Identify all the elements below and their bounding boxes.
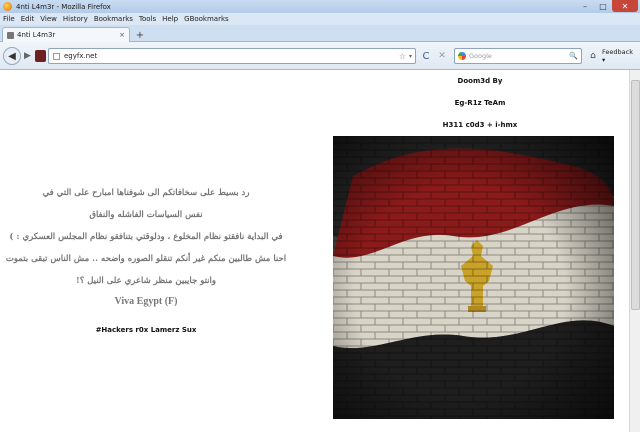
url-dropdown-icon[interactable]: ▾	[409, 53, 412, 60]
navigation-toolbar: ◀ ▶ egyfx.net ☆ ▾ C ✕ Google 🔍 ⌂ Feedbac…	[0, 42, 640, 70]
google-icon[interactable]	[458, 52, 466, 60]
reload-button[interactable]: C	[419, 49, 433, 63]
forward-button[interactable]: ▶	[21, 49, 34, 63]
stop-button[interactable]: ✕	[435, 49, 449, 63]
deface-message: رد بسيط على سخافاتكم الى شوفناها امبارح …	[0, 182, 292, 334]
feedback-button[interactable]: Feedback ▾	[602, 48, 638, 64]
menu-help[interactable]: Help	[162, 15, 178, 23]
message-line: في البداية نافقتو نظام المخلوع ، ودلوقتي…	[9, 232, 283, 242]
search-go-icon[interactable]: 🔍	[569, 52, 578, 60]
credit-line: H311 c0d3 + i-hmx	[442, 121, 518, 129]
message-line: رد بسيط على سخافاتكم الى شوفناها امبارح …	[42, 188, 250, 198]
tab-active[interactable]: 4nti L4m3r ×	[2, 27, 130, 42]
message-line: وانتو جايبين منظر شاعري على النيل ؟!	[76, 276, 216, 286]
bookmark-star-icon[interactable]: ☆	[399, 52, 406, 61]
menu-view[interactable]: View	[40, 15, 57, 23]
search-input[interactable]: Google	[469, 52, 569, 60]
menu-tools[interactable]: Tools	[139, 15, 156, 23]
close-window-button[interactable]: ✕	[612, 0, 638, 12]
menu-edit[interactable]: Edit	[21, 15, 35, 23]
menu-bar: File Edit View History Bookmarks Tools H…	[0, 13, 640, 25]
scrollbar-thumb[interactable]	[631, 80, 640, 310]
new-tab-button[interactable]: +	[134, 29, 146, 41]
hackers-signature: #Hackers r0x Lamerz Sux	[95, 326, 197, 334]
credits: Doom3d By Eg-R1z TeAm H311 c0d3 + i-hmx	[380, 70, 580, 136]
tab-strip: 4nti L4m3r × +	[0, 25, 640, 42]
home-button[interactable]: ⌂	[586, 49, 600, 63]
menu-bookmarks[interactable]: Bookmarks	[94, 15, 133, 23]
message-line: نفس السياسات الفاشله والنفاق	[89, 210, 203, 220]
tab-close-icon[interactable]: ×	[119, 31, 125, 39]
browser-window: 4nti L4m3r - Mozilla Firefox – □ ✕ File …	[0, 0, 640, 432]
flag-graphic	[333, 136, 614, 419]
egypt-flag-wall-image	[333, 136, 614, 419]
url-bar[interactable]: egyfx.net ☆ ▾	[48, 48, 416, 64]
viva-egypt-text: Viva Egypt (F)	[114, 296, 178, 307]
back-button[interactable]: ◀	[3, 47, 21, 65]
url-text[interactable]: egyfx.net	[64, 52, 399, 60]
window-title: 4nti L4m3r - Mozilla Firefox	[16, 2, 111, 11]
page-content: Doom3d By Eg-R1z TeAm H311 c0d3 + i-hmx …	[0, 70, 628, 432]
page-icon	[53, 52, 60, 60]
minimize-button[interactable]: –	[576, 0, 594, 12]
message-line: احنا مش طالبين منكم غير أنكم تنقلو الصور…	[5, 254, 287, 264]
vertical-scrollbar[interactable]	[629, 70, 640, 432]
menu-file[interactable]: File	[3, 15, 15, 23]
credit-line: Doom3d By	[457, 77, 503, 85]
credit-line: Eg-R1z TeAm	[454, 99, 506, 107]
search-bar[interactable]: Google 🔍	[454, 48, 582, 64]
menu-history[interactable]: History	[63, 15, 88, 23]
title-bar: 4nti L4m3r - Mozilla Firefox – □ ✕	[0, 0, 640, 13]
menu-gbookmarks[interactable]: GBookmarks	[184, 15, 229, 23]
firefox-icon	[3, 2, 12, 11]
tab-title: 4nti L4m3r	[17, 31, 56, 39]
site-identity-icon[interactable]	[35, 50, 46, 62]
maximize-button[interactable]: □	[594, 0, 612, 12]
tab-favicon-icon	[7, 31, 14, 39]
